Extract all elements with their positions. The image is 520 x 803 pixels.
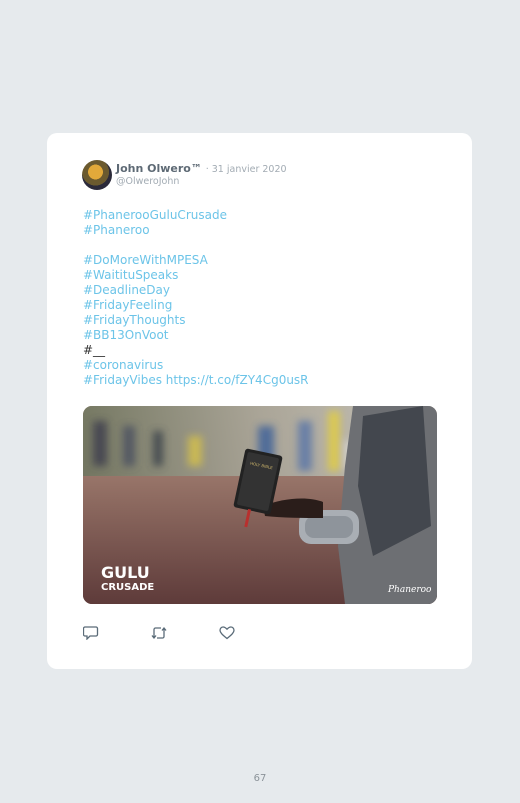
retweet-icon[interactable] (150, 625, 168, 644)
hashtag[interactable]: #coronavirus (83, 358, 443, 373)
hashtag[interactable]: #FridayThoughts (83, 313, 443, 328)
hashtag[interactable]: #FridayFeeling (83, 298, 443, 313)
author-handle[interactable]: @OlweroJohn (116, 176, 179, 187)
hashtag[interactable]: #PhanerooGuluCrusade (83, 208, 443, 223)
tweet-text: #PhanerooGuluCrusade #Phaneroo #DoMoreWi… (83, 208, 443, 388)
plain-text: #__ (83, 343, 106, 357)
hashtag[interactable]: #DoMoreWithMPESA (83, 253, 443, 268)
author-line: John Olwero™ · 31 janvier 2020 (116, 162, 287, 175)
hashtag-and-link[interactable]: #FridayVibes https://t.co/fZY4Cg0usR (83, 373, 443, 388)
overlay-title-crusade: CRUSADE (101, 582, 154, 593)
hashtag[interactable]: #BB13OnVoot (83, 328, 443, 343)
heart-icon[interactable] (219, 625, 235, 644)
overlay-title-gulu: GULU (101, 563, 150, 582)
tweet-card: John Olwero™ · 31 janvier 2020 @OlweroJo… (47, 133, 472, 669)
tweet-date[interactable]: · 31 janvier 2020 (206, 164, 287, 175)
phaneroo-logo: Phaneroo (387, 585, 432, 595)
hashtag[interactable]: #Phaneroo (83, 223, 443, 238)
photo-illustration: HOLY BIBLE GULU CRUSADE Phaneroo (83, 406, 437, 604)
reply-icon[interactable] (82, 625, 99, 644)
avatar[interactable] (82, 160, 112, 190)
tweet-photo[interactable]: HOLY BIBLE GULU CRUSADE Phaneroo (83, 406, 437, 604)
author-name[interactable]: John Olwero™ (116, 162, 202, 175)
page-number: 67 (253, 773, 267, 784)
hashtag[interactable]: #WaitituSpeaks (83, 268, 443, 283)
hashtag[interactable]: #DeadlineDay (83, 283, 443, 298)
